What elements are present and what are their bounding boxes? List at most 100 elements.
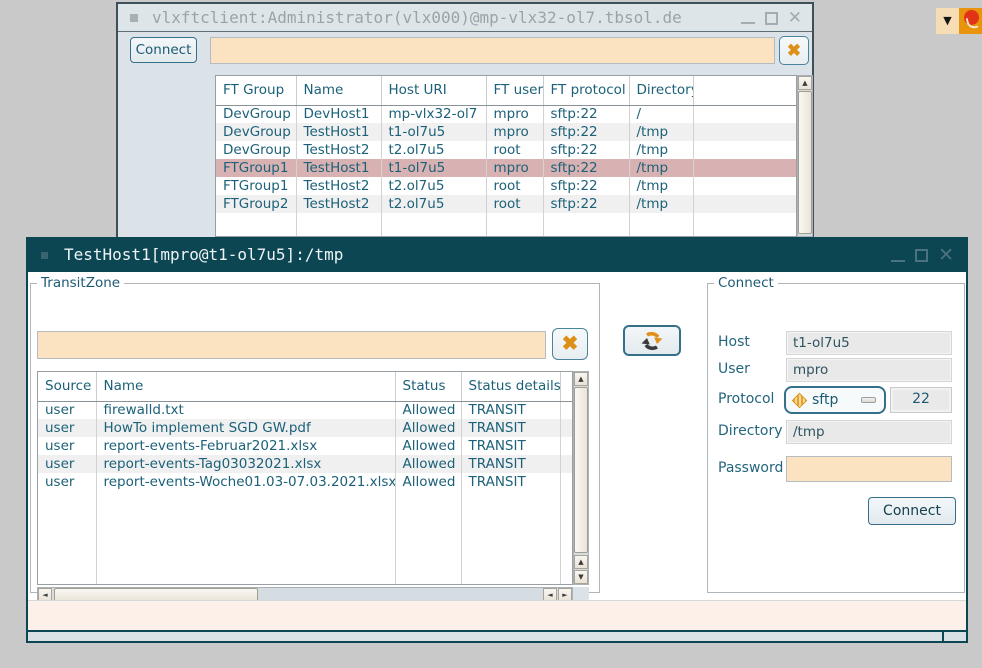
window-menu-icon[interactable]	[41, 252, 48, 259]
empty-cell	[461, 545, 560, 563]
column-header[interactable]: FT protocol	[543, 76, 629, 105]
table-cell: Allowed	[395, 473, 461, 491]
table-row[interactable]: DevGroupTestHost2t2.ol7u5rootsftp:22/tmp	[216, 141, 796, 159]
table-cell: report-events-Tag03032021.xlsx	[96, 455, 395, 473]
maximize-button[interactable]	[915, 249, 928, 262]
scrollbar-thumb[interactable]	[798, 91, 812, 234]
empty-cell	[486, 213, 543, 231]
column-header[interactable]: Status details	[461, 372, 560, 401]
host-table: FT GroupNameHost URIFT userFT protocolDi…	[215, 75, 797, 237]
table-row[interactable]: userHowTo implement SGD GW.pdfAllowedTRA…	[38, 419, 573, 437]
table-cell: Allowed	[395, 455, 461, 473]
empty-cell	[296, 213, 381, 231]
table-row[interactable]: userreport-events-Februar2021.xlsxAllowe…	[38, 437, 573, 455]
table-cell: TestHost1	[296, 159, 381, 177]
empty-cell	[38, 491, 96, 509]
empty-row	[38, 581, 573, 585]
password-field[interactable]	[786, 456, 952, 482]
clear-filter-button[interactable]: ✖	[552, 328, 588, 360]
tray-dropdown-icon[interactable]: ▼	[936, 8, 959, 34]
table-row[interactable]: userreport-events-Tag03032021.xlsxAllowe…	[38, 455, 573, 473]
table-cell: FTGroup1	[216, 177, 296, 195]
table-row[interactable]: FTGroup1TestHost1t1-ol7u5mprosftp:22/tmp	[216, 159, 796, 177]
protocol-value: sftp	[812, 392, 838, 408]
table-cell: /tmp	[629, 123, 693, 141]
protocol-label: Protocol	[718, 391, 774, 407]
minimize-button[interactable]	[741, 22, 755, 24]
table-cell: user	[38, 473, 96, 491]
refresh-button[interactable]	[623, 325, 681, 356]
empty-cell	[461, 509, 560, 527]
maximize-button[interactable]	[765, 12, 778, 25]
scroll-up-button[interactable]: ▲	[574, 555, 588, 569]
empty-cell	[395, 545, 461, 563]
empty-cell	[395, 527, 461, 545]
session-titlebar[interactable]: TestHost1[mpro@t1-ol7u5]:/tmp ✕	[28, 239, 966, 272]
table-cell: /tmp	[629, 195, 693, 213]
host-filter-input[interactable]	[210, 37, 775, 64]
vlxftclient-titlebar[interactable]: vlxftclient:Administrator(vlx000)@mp-vlx…	[118, 4, 812, 32]
protocol-dropdown[interactable]: sftp	[784, 386, 886, 414]
window-title: vlxftclient:Administrator(vlx000)@mp-vlx…	[152, 4, 682, 31]
column-header[interactable]: Name	[296, 76, 381, 105]
table-cell: firewalld.txt	[96, 401, 395, 419]
window-menu-icon[interactable]	[130, 14, 138, 22]
table-cell	[693, 141, 796, 159]
empty-cell	[38, 563, 96, 581]
vlxftclient-toolbar: Connect ✖	[118, 32, 812, 70]
file-table-vscrollbar[interactable]: ▲ ▲ ▼	[573, 371, 589, 585]
user-field: mpro	[786, 358, 952, 382]
column-header[interactable]: Directory	[629, 76, 693, 105]
empty-cell	[38, 527, 96, 545]
scroll-down-button[interactable]: ▼	[574, 570, 588, 584]
minimize-button[interactable]	[891, 260, 905, 262]
table-cell: TRANSIT	[461, 473, 560, 491]
table-cell	[693, 123, 796, 141]
table-cell: t2.ol7u5	[381, 141, 486, 159]
table-cell	[560, 473, 573, 491]
table-cell	[693, 177, 796, 195]
connect-group: Connect Host t1-ol7u5 User mpro Protocol…	[707, 275, 965, 593]
table-cell: report-events-Februar2021.xlsx	[96, 437, 395, 455]
table-row[interactable]: userfirewalld.txtAllowedTRANSIT	[38, 401, 573, 419]
column-header[interactable]: FT Group	[216, 76, 296, 105]
empty-cell	[560, 491, 573, 509]
column-filler	[693, 76, 796, 105]
table-row[interactable]: FTGroup2TestHost2t2.ol7u5rootsftp:22/tmp	[216, 195, 796, 213]
column-header[interactable]: Source	[38, 372, 96, 401]
table-row[interactable]: DevGroupDevHost1mp-vlx32-ol7mprosftp:22/	[216, 105, 796, 123]
directory-label: Directory	[718, 423, 783, 439]
host-label: Host	[718, 334, 750, 350]
table-row[interactable]: userreport-events-Woche01.03-07.03.2021.…	[38, 473, 573, 491]
directory-field: /tmp	[786, 420, 952, 444]
table-cell: Allowed	[395, 419, 461, 437]
column-header[interactable]: FT user	[486, 76, 543, 105]
table-row[interactable]: FTGroup1TestHost2t2.ol7u5rootsftp:22/tmp	[216, 177, 796, 195]
connect-button[interactable]: Connect	[868, 497, 956, 525]
tray-app-icon[interactable]	[959, 8, 982, 34]
desktop: vlxftclient:Administrator(vlx000)@mp-vlx…	[0, 0, 982, 668]
host-table-vscrollbar[interactable]: ▲	[797, 75, 813, 237]
table-cell: t1-ol7u5	[381, 123, 486, 141]
table-row[interactable]: DevGroupTestHost1t1-ol7u5mprosftp:22/tmp	[216, 123, 796, 141]
scroll-up-button[interactable]: ▲	[798, 76, 812, 90]
empty-row	[38, 509, 573, 527]
empty-cell	[560, 509, 573, 527]
connect-button[interactable]: Connect	[130, 37, 197, 63]
status-bar	[28, 630, 966, 641]
close-button[interactable]: ✕	[788, 10, 802, 27]
port-field[interactable]: 22	[890, 387, 952, 413]
column-header[interactable]: Name	[96, 372, 395, 401]
empty-cell	[96, 509, 395, 527]
scroll-up-button[interactable]: ▲	[574, 372, 588, 386]
close-button[interactable]: ✕	[938, 247, 954, 264]
scrollbar-thumb[interactable]	[574, 387, 588, 553]
file-filter-input[interactable]	[37, 331, 546, 359]
column-header[interactable]: Host URI	[381, 76, 486, 105]
table-cell: /tmp	[629, 159, 693, 177]
table-cell: TestHost2	[296, 177, 381, 195]
table-cell: FTGroup1	[216, 159, 296, 177]
column-header[interactable]: Status	[395, 372, 461, 401]
empty-cell	[629, 213, 693, 231]
clear-filter-button[interactable]: ✖	[779, 36, 809, 65]
